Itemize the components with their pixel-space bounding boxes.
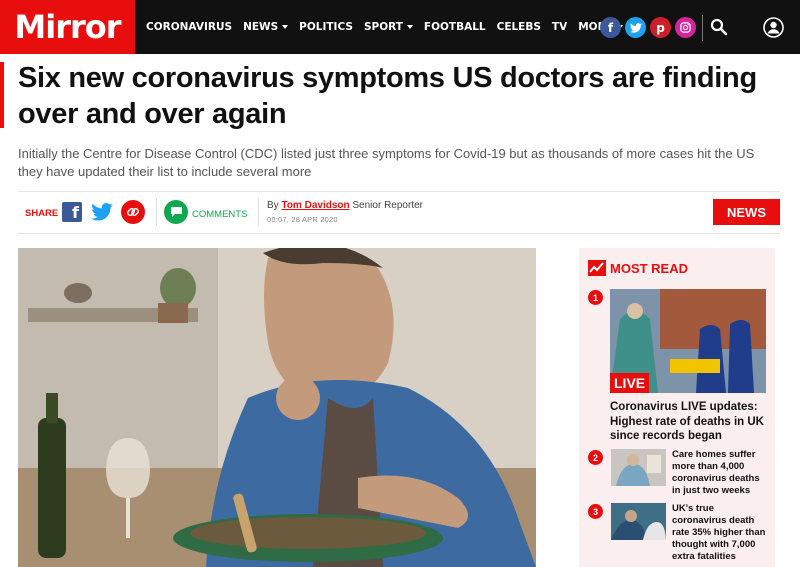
- comments-link[interactable]: COMMENTS: [192, 209, 247, 220]
- facebook-share-icon[interactable]: f: [62, 202, 82, 222]
- byline-prefix: By: [267, 200, 279, 211]
- byline-separator: [258, 198, 259, 226]
- copy-link-icon[interactable]: [121, 200, 145, 224]
- comments-icon[interactable]: [164, 200, 188, 224]
- article-hero-image: [18, 248, 536, 567]
- nav-tv[interactable]: TV: [552, 21, 567, 33]
- search-icon[interactable]: [710, 18, 728, 36]
- live-tag: LIVE: [610, 373, 650, 393]
- author-link[interactable]: Tom Davidson: [281, 200, 349, 211]
- rank-badge: 2: [588, 450, 603, 465]
- byline-divider-top: [18, 191, 780, 192]
- chevron-down-icon: [282, 25, 289, 29]
- logo-text: Mirror: [14, 8, 121, 46]
- mirror-logo[interactable]: Mirror: [0, 0, 135, 54]
- social-links: f p: [600, 17, 696, 38]
- article-standfirst: Initially the Centre for Disease Control…: [18, 146, 755, 179]
- share-label: SHARE: [25, 208, 59, 219]
- most-read-thumb-2[interactable]: [611, 449, 666, 486]
- account-icon[interactable]: [763, 17, 784, 38]
- most-read-title-3[interactable]: UK's true coronavirus death rate 35% hig…: [672, 503, 770, 563]
- trending-icon: [588, 260, 606, 276]
- nav-sport[interactable]: SPORT: [364, 21, 413, 33]
- article-headline: Six new coronavirus symptoms US doctors …: [18, 62, 757, 130]
- byline: By Tom Davidson Senior Reporter: [267, 200, 423, 211]
- most-read-title-1[interactable]: Coronavirus LIVE updates: Highest rate o…: [610, 400, 768, 444]
- twitter-share-icon[interactable]: [91, 203, 113, 221]
- most-read-image-1[interactable]: LIVE: [610, 289, 766, 393]
- byline-divider-bottom: [18, 233, 780, 234]
- rank-badge: 1: [588, 290, 603, 305]
- most-read-title-2[interactable]: Care homes suffer more than 4,000 corona…: [672, 449, 770, 497]
- chevron-down-icon: [406, 25, 413, 29]
- headline-accent-bar: [0, 62, 4, 128]
- top-bar: Mirror CORONAVIRUS NEWS POLITICS SPORT F…: [0, 0, 800, 54]
- nav-coronavirus[interactable]: CORONAVIRUS: [146, 21, 232, 33]
- nav-news[interactable]: NEWS: [243, 21, 289, 33]
- most-read-header: MOST READ: [588, 260, 688, 276]
- most-read-title: MOST READ: [610, 260, 688, 276]
- facebook-icon[interactable]: f: [600, 17, 621, 38]
- twitter-icon[interactable]: [625, 17, 646, 38]
- section-badge[interactable]: NEWS: [713, 199, 780, 225]
- byline-separator: [156, 198, 157, 226]
- nav-celebs[interactable]: CELEBS: [497, 21, 541, 33]
- main-nav: CORONAVIRUS NEWS POLITICS SPORT FOOTBALL…: [146, 0, 623, 54]
- author-role: Senior Reporter: [352, 200, 423, 211]
- most-read-thumb-3[interactable]: [611, 503, 666, 540]
- header-divider: [702, 15, 703, 41]
- instagram-icon[interactable]: [675, 17, 696, 38]
- nav-politics[interactable]: POLITICS: [299, 21, 353, 33]
- publish-date: 00:07, 28 APR 2020: [267, 215, 338, 224]
- rank-badge: 3: [588, 504, 603, 519]
- pinterest-icon[interactable]: p: [650, 17, 671, 38]
- nav-football[interactable]: FOOTBALL: [424, 21, 486, 33]
